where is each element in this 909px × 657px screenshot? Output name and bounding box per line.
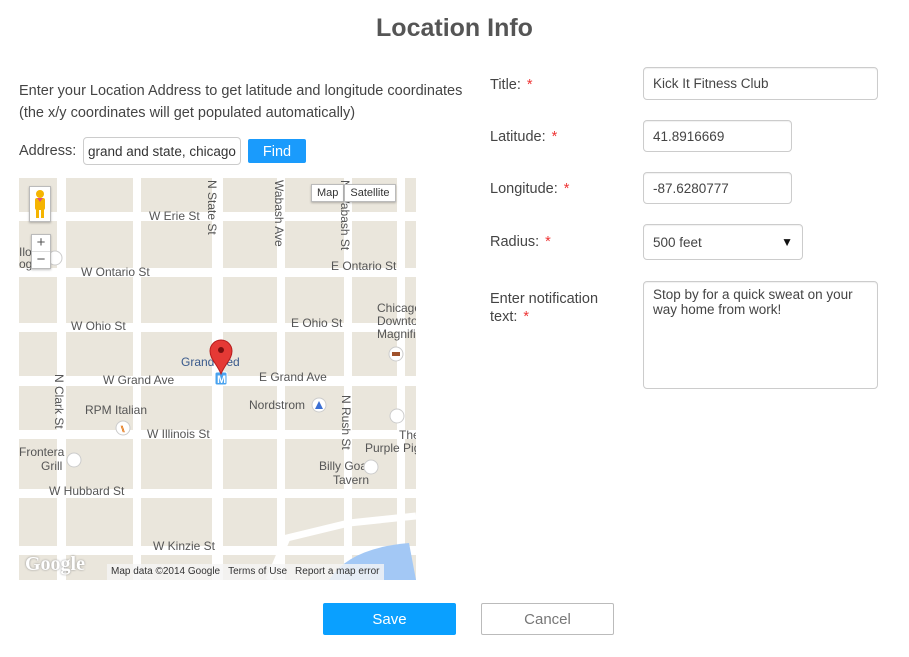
- label-wabash: Wabash Ave: [272, 180, 286, 247]
- label-the: The: [399, 428, 416, 442]
- restaurant-icon: [363, 459, 379, 475]
- address-input[interactable]: [83, 137, 241, 165]
- latitude-label-text: Latitude:: [490, 129, 546, 145]
- title-input[interactable]: [643, 67, 878, 100]
- title-label-text: Title:: [490, 77, 521, 93]
- map-type-control: Map Satellite: [311, 184, 396, 202]
- required-mark: *: [551, 129, 558, 145]
- label-n-rush: N Rush St: [339, 395, 353, 450]
- map-type-satellite-button[interactable]: Satellite: [344, 184, 396, 202]
- hotel-bed-glyph: [392, 352, 400, 356]
- longitude-input[interactable]: [643, 172, 792, 204]
- find-button[interactable]: Find: [248, 139, 306, 163]
- label-e-ohio: E Ohio St: [291, 316, 343, 330]
- label-w-ontario: W Ontario St: [81, 265, 150, 279]
- label-billy-goat: Billy Goat: [319, 459, 371, 473]
- restaurant-glyphs: ⑊: [120, 424, 125, 434]
- map-canvas: W Erie St W Ontario St E Ontario St W Oh…: [19, 178, 416, 580]
- required-mark: *: [526, 77, 533, 93]
- google-logo: Google: [25, 553, 85, 575]
- report-map-error-link[interactable]: Report a map error: [291, 564, 383, 580]
- label-rpm: RPM Italian: [85, 403, 147, 417]
- label-magnificent: Magnificent: [377, 327, 416, 341]
- label-grill: Grill: [41, 459, 62, 473]
- map-attribution: Map data ©2014 Google Terms of Use Repor…: [107, 564, 384, 580]
- cancel-button[interactable]: Cancel: [481, 603, 614, 635]
- label-frontera: Frontera: [19, 445, 65, 459]
- notification-label-line1: Enter notification: [490, 291, 599, 307]
- label-n-state: N State St: [205, 180, 219, 235]
- required-mark: *: [523, 309, 530, 325]
- required-mark: *: [545, 234, 551, 250]
- label-nordstrom: Nordstrom: [249, 398, 305, 412]
- zoom-out-button[interactable]: −: [32, 251, 50, 268]
- map-type-map-button[interactable]: Map: [311, 184, 345, 202]
- fork-glyph: ⑊: [120, 424, 125, 434]
- label-n-clark: N Clark St: [52, 374, 66, 429]
- intro-text: Enter your Location Address to get latit…: [19, 83, 463, 121]
- restaurant-icon: [389, 408, 405, 424]
- restaurant-icon: [66, 452, 82, 468]
- label-downtown: Downtown: [377, 314, 416, 328]
- label-purple-pig: Purple Pig: [365, 441, 416, 455]
- radius-select[interactable]: 500 feet ▼: [643, 224, 803, 260]
- radius-label-text: Radius:: [490, 234, 540, 250]
- radius-selected-value: 500 feet: [653, 234, 702, 250]
- label-e-ontario: E Ontario St: [331, 259, 397, 273]
- label-w-erie: W Erie St: [149, 209, 200, 223]
- notification-textarea[interactable]: Stop by for a quick sweat on your way ho…: [643, 281, 878, 389]
- label-w-illinois: W Illinois St: [147, 427, 210, 441]
- label-w-kinzie: W Kinzie St: [153, 539, 216, 553]
- notification-label: Enter notification text: *: [490, 290, 598, 326]
- notification-label-line2: text:: [490, 309, 518, 325]
- longitude-label-text: Longitude:: [490, 181, 558, 197]
- address-label: Address:: [19, 143, 77, 159]
- label-w-ohio: W Ohio St: [71, 319, 126, 333]
- label-tavern: Tavern: [333, 473, 369, 487]
- latitude-input[interactable]: [643, 120, 792, 152]
- map[interactable]: W Erie St W Ontario St E Ontario St W Oh…: [19, 178, 416, 580]
- street-view-pegman-icon[interactable]: [29, 186, 51, 222]
- label-w-hubbard: W Hubbard St: [49, 484, 125, 498]
- zoom-in-button[interactable]: +: [32, 235, 50, 251]
- map-data-text: Map data ©2014 Google: [111, 566, 221, 577]
- required-mark: *: [563, 181, 570, 197]
- latitude-label: Latitude: *: [490, 129, 557, 145]
- metro-glyph: M: [217, 374, 226, 386]
- label-chicago: Chicago: [377, 301, 416, 315]
- radius-label: Radius: *: [490, 234, 551, 250]
- terms-of-use-link[interactable]: Terms of Use: [224, 564, 291, 580]
- zoom-control: + −: [31, 234, 51, 269]
- page-title: Location Info: [376, 14, 533, 42]
- dropdown-arrow-icon: ▼: [781, 235, 793, 249]
- label-w-grand: W Grand Ave: [103, 373, 174, 387]
- label-e-grand: E Grand Ave: [259, 370, 327, 384]
- save-button[interactable]: Save: [323, 603, 456, 635]
- longitude-label: Longitude: *: [490, 181, 569, 197]
- title-label: Title: *: [490, 77, 533, 93]
